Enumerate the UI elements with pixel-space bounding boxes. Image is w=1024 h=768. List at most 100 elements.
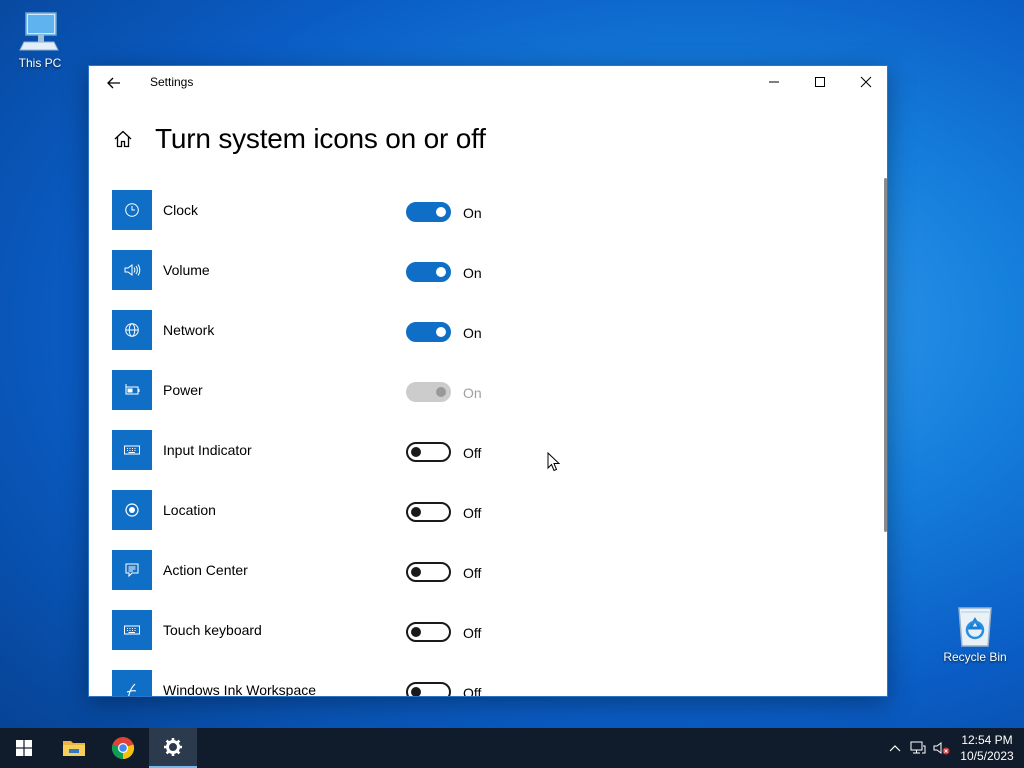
network-tray-button[interactable] xyxy=(908,738,928,758)
pen-icon xyxy=(126,683,137,696)
show-hidden-icons-button[interactable] xyxy=(885,738,905,758)
desktop-icon-this-pc[interactable]: This PC xyxy=(2,10,78,70)
list-item: Power On xyxy=(112,370,532,430)
item-tile xyxy=(112,550,152,590)
keyboard-icon xyxy=(124,625,140,635)
start-button[interactable] xyxy=(0,728,48,768)
page-title: Turn system icons on or off xyxy=(155,123,486,154)
toggle-location[interactable] xyxy=(406,502,451,522)
clock-icon xyxy=(125,203,139,217)
toggle-state: Off xyxy=(463,445,482,461)
close-button[interactable] xyxy=(843,66,887,98)
network-wired-icon xyxy=(910,741,926,754)
item-tile xyxy=(112,190,152,230)
window-title: Settings xyxy=(150,75,194,89)
item-label: Power xyxy=(163,382,203,398)
chrome-icon xyxy=(111,737,135,760)
system-icons-list: Clock On Volume On Network On Power On I… xyxy=(112,190,532,697)
list-item: Network On xyxy=(112,310,532,370)
toggle-input-indicator[interactable] xyxy=(406,442,451,462)
list-item: Location Off xyxy=(112,490,532,550)
toggle-power xyxy=(406,382,451,402)
taskbar: 12:54 PM 10/5/2023 xyxy=(0,728,1024,768)
home-icon xyxy=(114,130,132,148)
toggle-state: Off xyxy=(463,625,482,641)
speaker-icon xyxy=(124,264,141,276)
back-button[interactable] xyxy=(97,70,131,96)
taskbar-clock[interactable]: 12:54 PM 10/5/2023 xyxy=(952,732,1022,764)
list-item: Input Indicator Off xyxy=(112,430,532,490)
item-tile xyxy=(112,610,152,650)
monitor-icon xyxy=(19,12,59,51)
maximize-icon xyxy=(815,77,825,87)
page-header: Turn system icons on or off xyxy=(111,121,486,157)
minimize-button[interactable] xyxy=(751,66,797,98)
taskbar-chrome[interactable] xyxy=(99,728,147,768)
desktop-icon-label: This PC xyxy=(18,56,62,70)
close-icon xyxy=(860,76,872,88)
toggle-knob xyxy=(436,207,446,217)
back-arrow-icon xyxy=(107,77,120,89)
desktop-icon-label: Recycle Bin xyxy=(943,650,1007,664)
action-center-icon xyxy=(125,563,139,578)
toggle-network[interactable] xyxy=(406,322,451,342)
toggle-knob xyxy=(411,507,421,517)
toggle-volume[interactable] xyxy=(406,262,451,282)
chevron-up-icon xyxy=(889,745,901,752)
item-label: Network xyxy=(163,322,215,338)
toggle-action-center[interactable] xyxy=(406,562,451,582)
mouse-cursor-icon xyxy=(547,452,561,472)
item-label: Location xyxy=(163,502,216,518)
toggle-state: On xyxy=(463,265,482,281)
clock-time: 12:54 PM xyxy=(961,733,1013,747)
volume-muted-icon xyxy=(933,742,950,755)
item-label: Touch keyboard xyxy=(163,622,262,638)
battery-icon xyxy=(125,384,140,395)
desktop-icon-recycle-bin[interactable]: Recycle Bin xyxy=(937,602,1013,664)
taskbar-settings[interactable] xyxy=(149,728,197,768)
settings-window: Settings Turn system icons on or off Clo… xyxy=(88,65,888,697)
volume-tray-button[interactable] xyxy=(932,738,952,758)
list-item: Clock On xyxy=(112,190,532,250)
item-tile xyxy=(112,250,152,290)
minimize-icon xyxy=(769,81,779,83)
toggle-state: On xyxy=(463,385,482,401)
toggle-state: On xyxy=(463,205,482,221)
toggle-knob xyxy=(411,567,421,577)
item-label: Windows Ink Workspace xyxy=(163,682,317,697)
toggle-touch-keyboard[interactable] xyxy=(406,622,451,642)
toggle-knob xyxy=(436,267,446,277)
item-label: Action Center xyxy=(163,562,248,578)
folder-icon xyxy=(63,741,85,756)
globe-icon xyxy=(125,323,139,337)
recycle-bin-icon xyxy=(958,607,992,647)
toggle-knob xyxy=(436,327,446,337)
item-label: Clock xyxy=(163,202,199,218)
item-tile xyxy=(112,430,152,470)
gear-icon xyxy=(164,738,182,756)
toggle-knob xyxy=(411,627,421,637)
item-tile xyxy=(112,370,152,410)
clock-date: 10/5/2023 xyxy=(960,749,1014,763)
list-item: Windows Ink Workspace Off xyxy=(112,670,532,697)
item-tile xyxy=(112,310,152,350)
item-tile xyxy=(112,490,152,530)
taskbar-file-explorer[interactable] xyxy=(50,728,98,768)
title-bar: Settings xyxy=(89,66,887,98)
toggle-knob xyxy=(436,387,446,397)
item-tile xyxy=(112,670,152,696)
toggle-state: Off xyxy=(463,685,482,697)
item-label: Volume xyxy=(163,262,210,278)
scrollbar[interactable] xyxy=(884,178,887,532)
list-item: Touch keyboard Off xyxy=(112,610,532,670)
keyboard-icon xyxy=(124,445,140,455)
toggle-knob xyxy=(411,687,421,696)
location-icon xyxy=(125,503,139,517)
windows-logo-icon xyxy=(16,740,32,756)
toggle-clock[interactable] xyxy=(406,202,451,222)
toggle-windows-ink-workspace[interactable] xyxy=(406,682,451,696)
list-item: Volume On xyxy=(112,250,532,310)
maximize-button[interactable] xyxy=(797,66,843,98)
toggle-state: Off xyxy=(463,565,482,581)
home-button[interactable] xyxy=(111,127,135,151)
